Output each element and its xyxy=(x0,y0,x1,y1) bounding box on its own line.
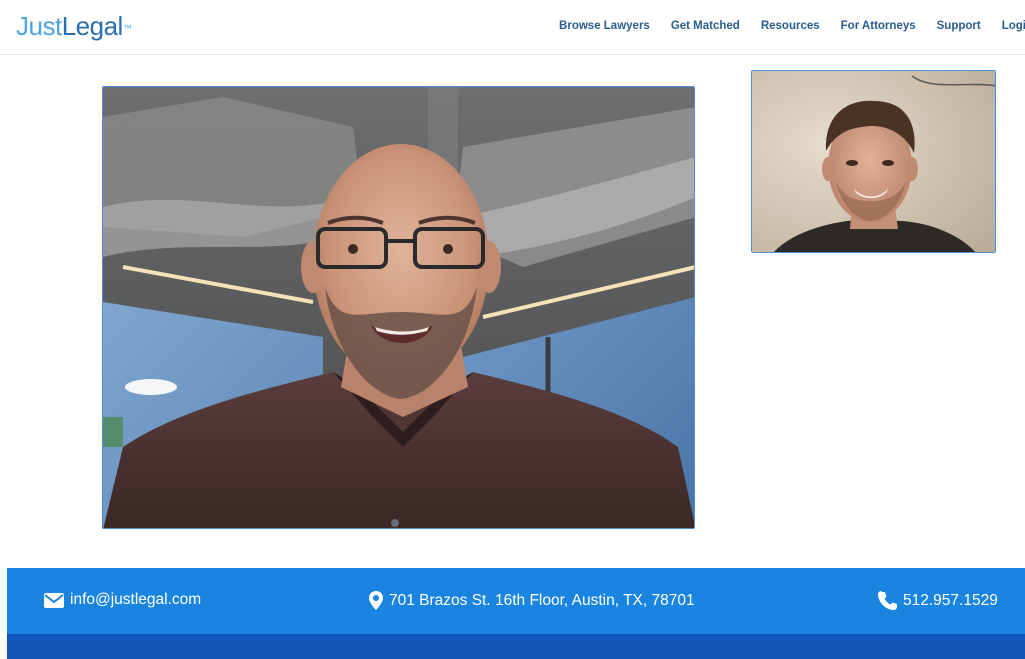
footer-phone-text: 512.957.1529 xyxy=(903,591,998,609)
nav-browse-lawyers[interactable]: Browse Lawyers xyxy=(559,20,650,32)
nav-resources[interactable]: Resources xyxy=(761,20,820,32)
envelope-icon xyxy=(44,592,64,608)
footer-address[interactable]: 701 Brazos St. 16th Floor, Austin, TX, 7… xyxy=(369,591,695,610)
footer-bottom-bar xyxy=(7,634,1025,659)
nav-login[interactable]: Login xyxy=(1002,20,1025,32)
self-view-video[interactable] xyxy=(751,70,996,253)
nav-get-matched[interactable]: Get Matched xyxy=(671,20,740,32)
remote-participant-video[interactable] xyxy=(102,86,695,529)
phone-icon xyxy=(878,591,897,610)
footer-email[interactable]: info@justlegal.com xyxy=(44,591,201,609)
footer-address-text: 701 Brazos St. 16th Floor, Austin, TX, 7… xyxy=(389,591,695,609)
nav-for-attorneys[interactable]: For Attorneys xyxy=(841,20,916,32)
remote-video-frame xyxy=(103,87,694,528)
contact-footer: info@justlegal.com 701 Brazos St. 16th F… xyxy=(7,568,1025,634)
justlegal-logo[interactable]: JustLegal™ xyxy=(16,11,132,41)
main-nav: Browse Lawyers Get Matched Resources For… xyxy=(538,20,1025,32)
footer-phone[interactable]: 512.957.1529 xyxy=(878,591,998,610)
map-pin-icon xyxy=(369,591,383,610)
logo-text-just: Just xyxy=(16,11,62,41)
self-video-frame xyxy=(752,71,995,252)
page: JustLegal™ Browse Lawyers Get Matched Re… xyxy=(0,0,1025,659)
logo-text-legal: Legal xyxy=(61,11,124,41)
logo-trademark: ™ xyxy=(122,23,132,33)
nav-support[interactable]: Support xyxy=(937,20,981,32)
site-header: JustLegal™ Browse Lawyers Get Matched Re… xyxy=(0,0,1025,55)
footer-email-text: info@justlegal.com xyxy=(70,591,202,608)
